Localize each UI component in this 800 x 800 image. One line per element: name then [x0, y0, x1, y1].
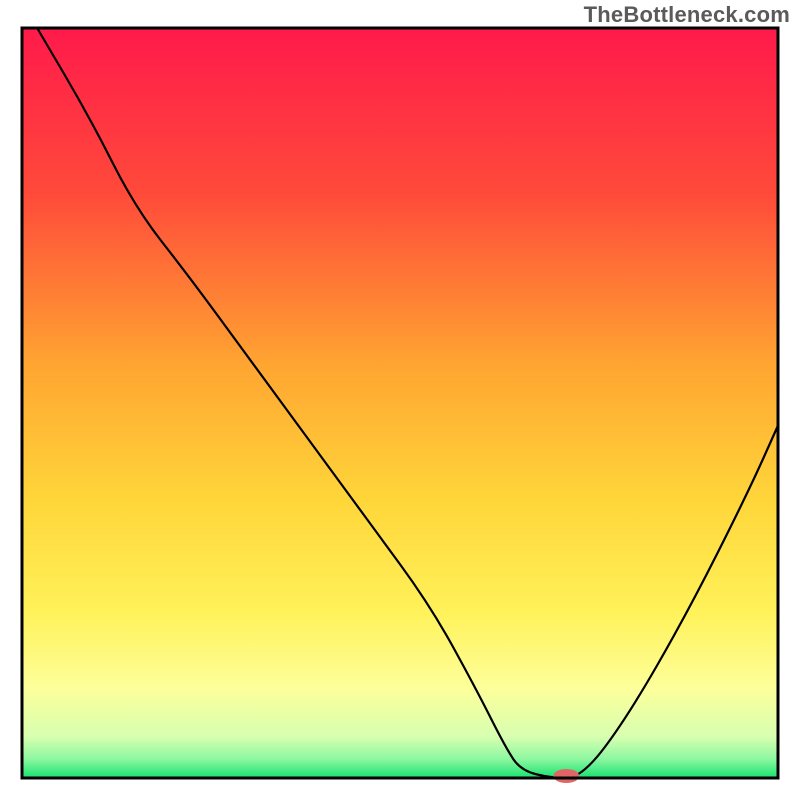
chart-background: [22, 28, 778, 778]
optimal-point-marker: [553, 769, 579, 783]
bottleneck-chart: [0, 0, 800, 800]
watermark-text: TheBottleneck.com: [584, 2, 790, 28]
chart-container: { "watermark": "TheBottleneck.com", "cha…: [0, 0, 800, 800]
